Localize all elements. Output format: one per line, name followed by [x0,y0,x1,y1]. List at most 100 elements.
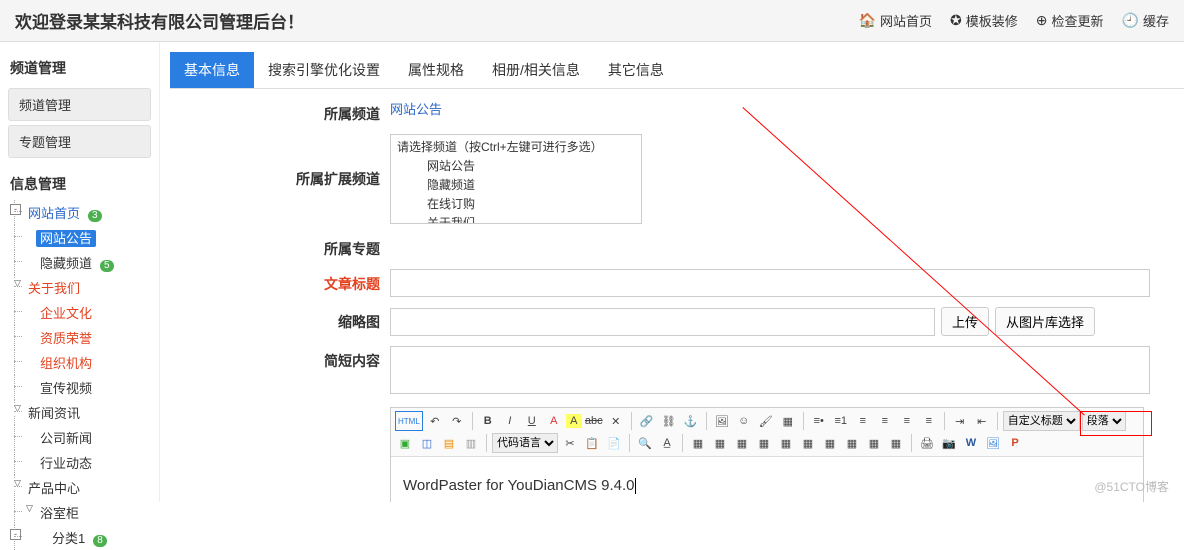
toggle-icon[interactable]: - [10,529,21,540]
print-icon[interactable]: 🖨 [917,433,937,453]
image-icon[interactable]: 🖼 [712,411,732,431]
tool-icon[interactable]: ▦ [776,433,796,453]
sidebar-btn-channel-mgmt[interactable]: 频道管理 [8,88,151,121]
tool-icon[interactable]: ✂ [560,433,580,453]
clear-format-icon[interactable]: ✕ [606,411,626,431]
tree-item-about[interactable]: ▽关于我们 [10,275,153,300]
toggle-icon[interactable]: ▽ [12,479,23,490]
form: 所属频道 网站公告 所属扩展频道 请选择频道（按Ctrl+左键可进行多选） 网站… [170,89,1184,502]
tool-icon[interactable]: ▦ [820,433,840,453]
tree-label: 企业文化 [36,305,96,322]
link-template[interactable]: ✪模板装修 [950,11,1018,30]
tab-seo[interactable]: 搜索引擎优化设置 [254,52,394,88]
tool-icon[interactable]: 📄 [604,433,624,453]
editor-body[interactable]: WordPaster for YouDianCMS 9.4.0 [391,457,1143,502]
tool-icon[interactable]: ▦ [864,433,884,453]
redo-icon[interactable]: ↷ [447,411,467,431]
link-home[interactable]: 🏠网站首页 [859,11,932,30]
tab-other[interactable]: 其它信息 [594,52,678,88]
tree-item-cat1[interactable]: -分类18 [10,525,153,550]
link-icon[interactable]: 🔗 [637,411,657,431]
emoji-icon[interactable]: ☺ [734,411,754,431]
tab-album[interactable]: 相册/相关信息 [478,52,594,88]
tree-item-culture[interactable]: 企业文化 [10,300,153,325]
tool-icon[interactable]: A̲ [657,433,677,453]
tool-icon[interactable]: ▦ [842,433,862,453]
indent-icon[interactable]: ⇥ [950,411,970,431]
tool-icon[interactable]: ◫ [417,433,437,453]
toggle-icon[interactable]: ▽ [24,504,35,515]
toggle-icon[interactable]: ▽ [12,404,23,415]
bold-icon[interactable]: B [478,411,498,431]
ppt-icon[interactable]: P [1005,433,1025,453]
article-title-input[interactable] [390,269,1150,297]
select-option[interactable]: 请选择频道（按Ctrl+左键可进行多选） [395,137,637,156]
font-color-icon[interactable]: A [544,411,564,431]
tool-icon[interactable]: ▣ [395,433,415,453]
watermark: @51CTO博客 [1094,478,1169,495]
tool-icon[interactable]: ▦ [754,433,774,453]
gallery-button[interactable]: 从图片库选择 [995,307,1095,336]
tree-item-video[interactable]: 宣传视频 [10,375,153,400]
sidebar-title-info: 信息管理 [6,168,153,200]
ext-channel-select[interactable]: 请选择频道（按Ctrl+左键可进行多选） 网站公告 隐藏频道 在线订购 关于我们… [390,134,642,224]
underline-icon[interactable]: U [522,411,542,431]
tab-basic[interactable]: 基本信息 [170,52,254,88]
tree-item-announce[interactable]: 网站公告 [10,225,153,250]
tree-item-hidden[interactable]: 隐藏频道5 [10,250,153,275]
tool-icon[interactable]: 📋 [582,433,602,453]
anchor-icon[interactable]: ⚓ [681,411,701,431]
tool-icon[interactable]: 🔍 [635,433,655,453]
code-lang-select[interactable]: 代码语言 [492,433,558,453]
select-option[interactable]: 隐藏频道 [395,175,637,194]
tab-attr[interactable]: 属性规格 [394,52,478,88]
undo-icon[interactable]: ↶ [425,411,445,431]
tree-item-products[interactable]: ▽产品中心 [10,475,153,500]
tool-icon[interactable]: ▦ [710,433,730,453]
tool-icon[interactable]: ▦ [732,433,752,453]
tree-item-industry[interactable]: 行业动态 [10,450,153,475]
image-upload-icon[interactable]: 🖼 [983,433,1003,453]
paint-icon[interactable]: 🖌 [756,411,776,431]
tool-icon[interactable]: ▥ [461,433,481,453]
sidebar-btn-topic-mgmt[interactable]: 专题管理 [8,125,151,158]
tree-item-org[interactable]: 组织机构 [10,350,153,375]
ol-icon[interactable]: ≡1 [831,411,851,431]
toggle-icon[interactable]: - [10,204,21,215]
unlink-icon[interactable]: ⛓ [659,411,679,431]
tool-icon[interactable]: ▦ [886,433,906,453]
toggle-icon[interactable]: ▽ [12,279,23,290]
strike-icon[interactable]: abc [584,411,604,431]
ul-icon[interactable]: ≡• [809,411,829,431]
channel-value[interactable]: 网站公告 [390,102,442,117]
tool-icon[interactable]: ▤ [439,433,459,453]
word-icon[interactable]: W [961,433,981,453]
select-option[interactable]: 关于我们 [395,213,637,224]
align-center-icon[interactable]: ≡ [875,411,895,431]
tree-label: 网站公告 [36,230,96,247]
link-cache[interactable]: 🕘缓存 [1122,11,1169,30]
thumb-input[interactable] [390,308,935,336]
select-option[interactable]: 在线订购 [395,194,637,213]
tree-item-news[interactable]: ▽新闻资讯 [10,400,153,425]
table-icon[interactable]: ▦ [778,411,798,431]
tool-icon[interactable]: ▦ [798,433,818,453]
outdent-icon[interactable]: ⇤ [972,411,992,431]
tool-icon[interactable]: ▦ [688,433,708,453]
badge: 3 [88,210,102,222]
tree-item-honor[interactable]: 资质荣誉 [10,325,153,350]
style-select[interactable]: 自定义标题 [1003,411,1080,431]
align-justify-icon[interactable]: ≡ [919,411,939,431]
html-source-icon[interactable]: HTML [395,411,423,431]
align-left-icon[interactable]: ≡ [853,411,873,431]
tree-item-home[interactable]: -网站首页3 [10,200,153,225]
camera-icon[interactable]: 📷 [939,433,959,453]
italic-icon[interactable]: I [500,411,520,431]
bg-color-icon[interactable]: A [566,414,582,428]
link-update[interactable]: ⊕检查更新 [1036,11,1104,30]
select-option[interactable]: 网站公告 [395,156,637,175]
tree-item-company-news[interactable]: 公司新闻 [10,425,153,450]
align-right-icon[interactable]: ≡ [897,411,917,431]
tree-item-bathroom[interactable]: ▽浴室柜 [10,500,153,525]
tree-label: 关于我们 [24,280,84,297]
